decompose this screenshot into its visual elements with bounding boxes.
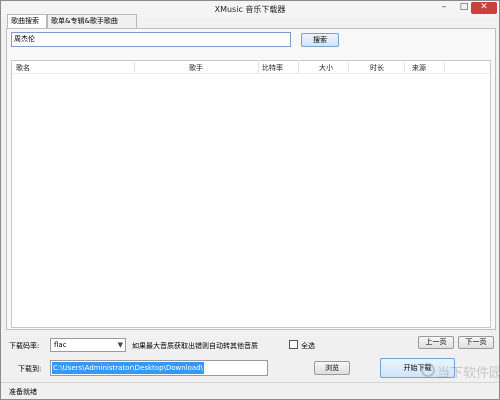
column-divider: [298, 62, 299, 73]
select-all-checkbox[interactable]: [289, 340, 298, 349]
browse-button[interactable]: 浏览: [314, 361, 350, 375]
bitrate-value: flac: [54, 341, 67, 349]
tab-song-search[interactable]: 歌曲搜索: [7, 14, 47, 28]
download-path-text: C:\Users\Administrator\Desktop\Download\: [52, 362, 205, 374]
column-header-size[interactable]: 大小: [319, 63, 333, 73]
column-divider: [258, 62, 259, 73]
app-window: XMusic 音乐下载器 – □ ✕ 歌曲搜索 歌单&专辑&歌手歌曲 周杰伦 搜…: [0, 0, 500, 400]
watermark-logo-icon: [421, 363, 435, 377]
chevron-down-icon: ▼: [117, 341, 123, 349]
search-button[interactable]: 搜索: [301, 33, 339, 47]
column-divider: [134, 62, 135, 73]
column-header-bitrate[interactable]: 比特率: [262, 63, 283, 73]
column-divider: [444, 62, 445, 73]
watermark: 当下软件园: [401, 361, 500, 399]
status-text: 准备就绪: [9, 388, 37, 396]
search-input[interactable]: 周杰伦: [11, 32, 291, 47]
list-header: 歌名 歌手 比特率 大小 时长 来源: [12, 61, 490, 74]
column-header-artist[interactable]: 歌手: [189, 63, 203, 73]
column-divider: [348, 62, 349, 73]
bitrate-select[interactable]: flac ▼: [50, 338, 126, 352]
column-divider: [404, 62, 405, 73]
quality-hint: 如果最大音质获取出错则自动转其他音质: [132, 342, 258, 350]
select-all-label[interactable]: 全选: [301, 341, 315, 351]
download-to-label: 下载到:: [18, 365, 42, 373]
column-header-source[interactable]: 来源: [412, 63, 426, 73]
column-header-title[interactable]: 歌名: [16, 63, 30, 73]
close-button[interactable]: ✕: [471, 2, 497, 14]
tab-playlist-album-artist[interactable]: 歌单&专辑&歌手歌曲: [47, 14, 137, 28]
minimize-button[interactable]: –: [433, 2, 455, 14]
results-list[interactable]: 歌名 歌手 比特率 大小 时长 来源: [11, 60, 491, 328]
column-header-duration[interactable]: 时长: [370, 63, 384, 73]
bitrate-label: 下载码率:: [9, 342, 40, 350]
prev-page-button[interactable]: 上一页: [418, 336, 454, 349]
watermark-text: 当下软件园: [437, 366, 500, 381]
next-page-button[interactable]: 下一页: [458, 336, 494, 349]
download-path-field[interactable]: C:\Users\Administrator\Desktop\Download\: [50, 360, 268, 376]
